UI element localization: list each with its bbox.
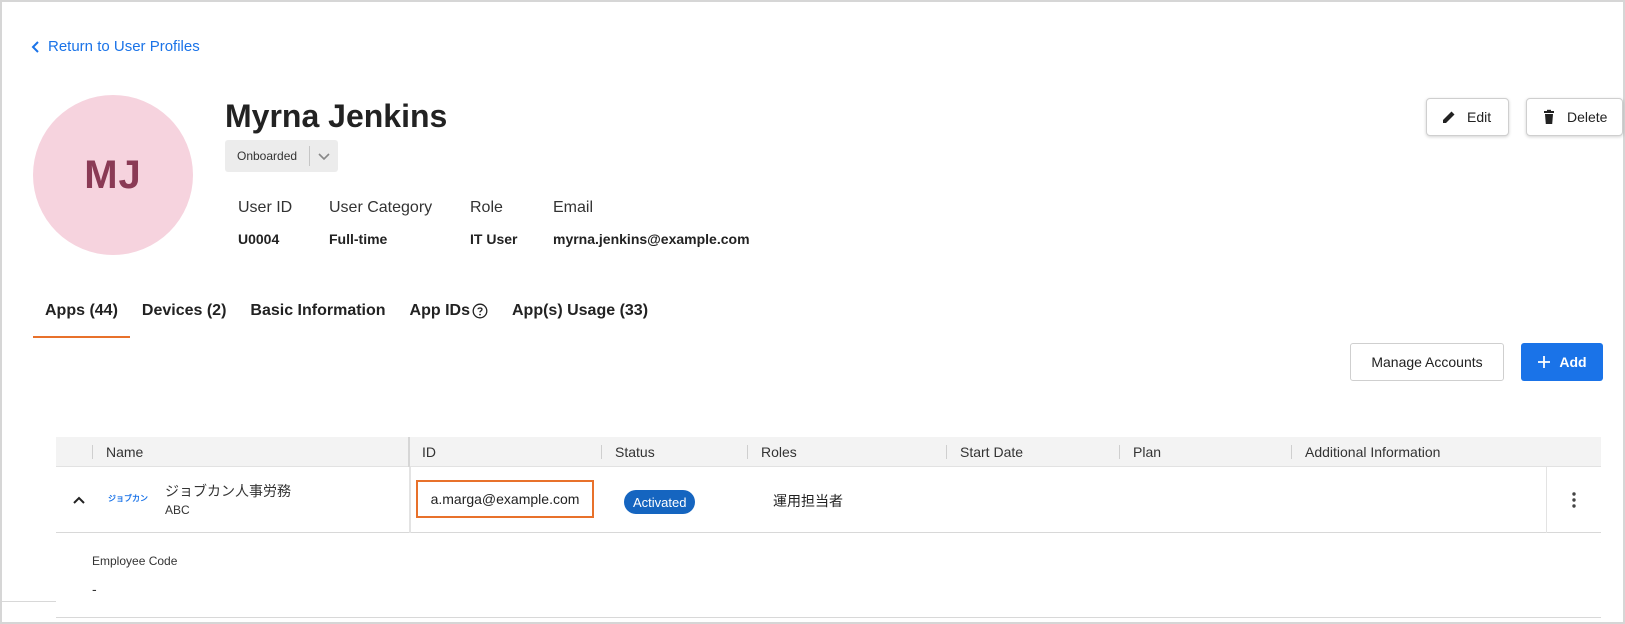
column-separator [1119, 445, 1120, 459]
chevron-down-icon [310, 149, 338, 163]
status-dropdown-value: Onboarded [237, 149, 298, 163]
roles-cell: 運用担当者 [773, 493, 843, 509]
field-label: User Category [329, 199, 433, 216]
more-vertical-icon [1572, 492, 1576, 508]
back-link-label: Return to User Profiles [48, 38, 200, 55]
tab-app-usage[interactable]: App(s) Usage (33) [500, 296, 660, 338]
avatar: MJ [33, 95, 193, 255]
field-user-id: User ID U0004 [238, 199, 292, 247]
table-header: Name ID Status Roles Start Date Plan Add… [56, 437, 1601, 467]
tab-label: Apps (44) [45, 302, 118, 319]
page-title: Myrna Jenkins [225, 98, 448, 134]
column-separator [946, 445, 947, 459]
detail-label: Employee Code [92, 554, 178, 568]
field-label: Email [553, 199, 594, 216]
column-header-plan[interactable]: Plan [1133, 437, 1161, 467]
status-dropdown[interactable]: Onboarded [225, 140, 338, 172]
column-header-start-date[interactable]: Start Date [960, 437, 1023, 467]
chevron-left-icon [31, 40, 39, 53]
field-label: User ID [238, 199, 293, 216]
column-separator [747, 445, 748, 459]
field-value: myrna.jenkins@example.com [553, 231, 750, 247]
apps-table: Name ID Status Roles Start Date Plan Add… [56, 437, 1601, 533]
field-value: IT User [470, 231, 518, 247]
tab-bar: Apps (44) Devices (2) Basic Information … [33, 296, 660, 338]
account-id-cell[interactable]: a.marga@example.com [416, 480, 594, 518]
help-circle-icon [472, 303, 488, 319]
app-name: ジョブカン人事労務 [165, 483, 291, 499]
column-separator [601, 445, 602, 459]
edit-button[interactable]: Edit [1426, 98, 1509, 136]
column-header-additional-information[interactable]: Additional Information [1305, 437, 1440, 467]
delete-button[interactable]: Delete [1526, 98, 1623, 136]
app-subtitle: ABC [165, 503, 190, 517]
field-email: Email myrna.jenkins@example.com [553, 199, 750, 247]
row-menu-button[interactable] [1564, 489, 1584, 511]
add-button[interactable]: Add [1521, 343, 1603, 381]
detail-value: - [92, 581, 97, 597]
field-user-category: User Category Full-time [329, 199, 432, 247]
column-header-id[interactable]: ID [422, 437, 436, 467]
delete-button-label: Delete [1567, 109, 1608, 125]
status-badge: Activated [624, 490, 696, 514]
field-value: U0004 [238, 231, 280, 247]
avatar-initials: MJ [84, 152, 142, 197]
field-label: Role [470, 199, 503, 216]
column-separator [409, 467, 411, 533]
tab-label: Devices (2) [141, 302, 227, 319]
field-value: Full-time [329, 231, 388, 247]
tab-label: Basic Information [250, 302, 386, 319]
add-button-label: Add [1559, 354, 1587, 370]
back-link[interactable]: Return to User Profiles [30, 38, 200, 55]
column-header-status[interactable]: Status [615, 437, 655, 467]
column-separator [1546, 467, 1547, 533]
table-row[interactable]: ジョブカン ジョブカン人事労務 ABC a.marga@example.com … [56, 467, 1601, 533]
plus-icon [1538, 356, 1551, 368]
trash-icon [1544, 109, 1554, 124]
tab-label: App IDs [409, 302, 470, 319]
edit-button-label: Edit [1467, 109, 1492, 125]
tab-basic-information[interactable]: Basic Information [238, 296, 397, 338]
pencil-icon [1443, 111, 1455, 123]
chevron-up-icon[interactable] [70, 491, 88, 509]
field-role: Role IT User [470, 199, 517, 247]
column-header-roles[interactable]: Roles [761, 437, 797, 467]
tab-label: App(s) Usage (33) [512, 302, 649, 319]
tab-app-ids[interactable]: App IDs [398, 296, 500, 338]
tab-apps[interactable]: Apps (44) [33, 296, 130, 338]
row-detail-panel: Employee Code - [56, 531, 1601, 618]
manage-accounts-button[interactable]: Manage Accounts [1350, 343, 1504, 381]
column-header-name[interactable]: Name [106, 437, 143, 467]
app-logo: ジョブカン [108, 494, 148, 503]
tab-devices[interactable]: Devices (2) [130, 296, 239, 338]
column-resizer[interactable] [408, 437, 410, 467]
divider [2, 601, 56, 602]
column-separator [1291, 445, 1292, 459]
column-separator [92, 445, 93, 459]
